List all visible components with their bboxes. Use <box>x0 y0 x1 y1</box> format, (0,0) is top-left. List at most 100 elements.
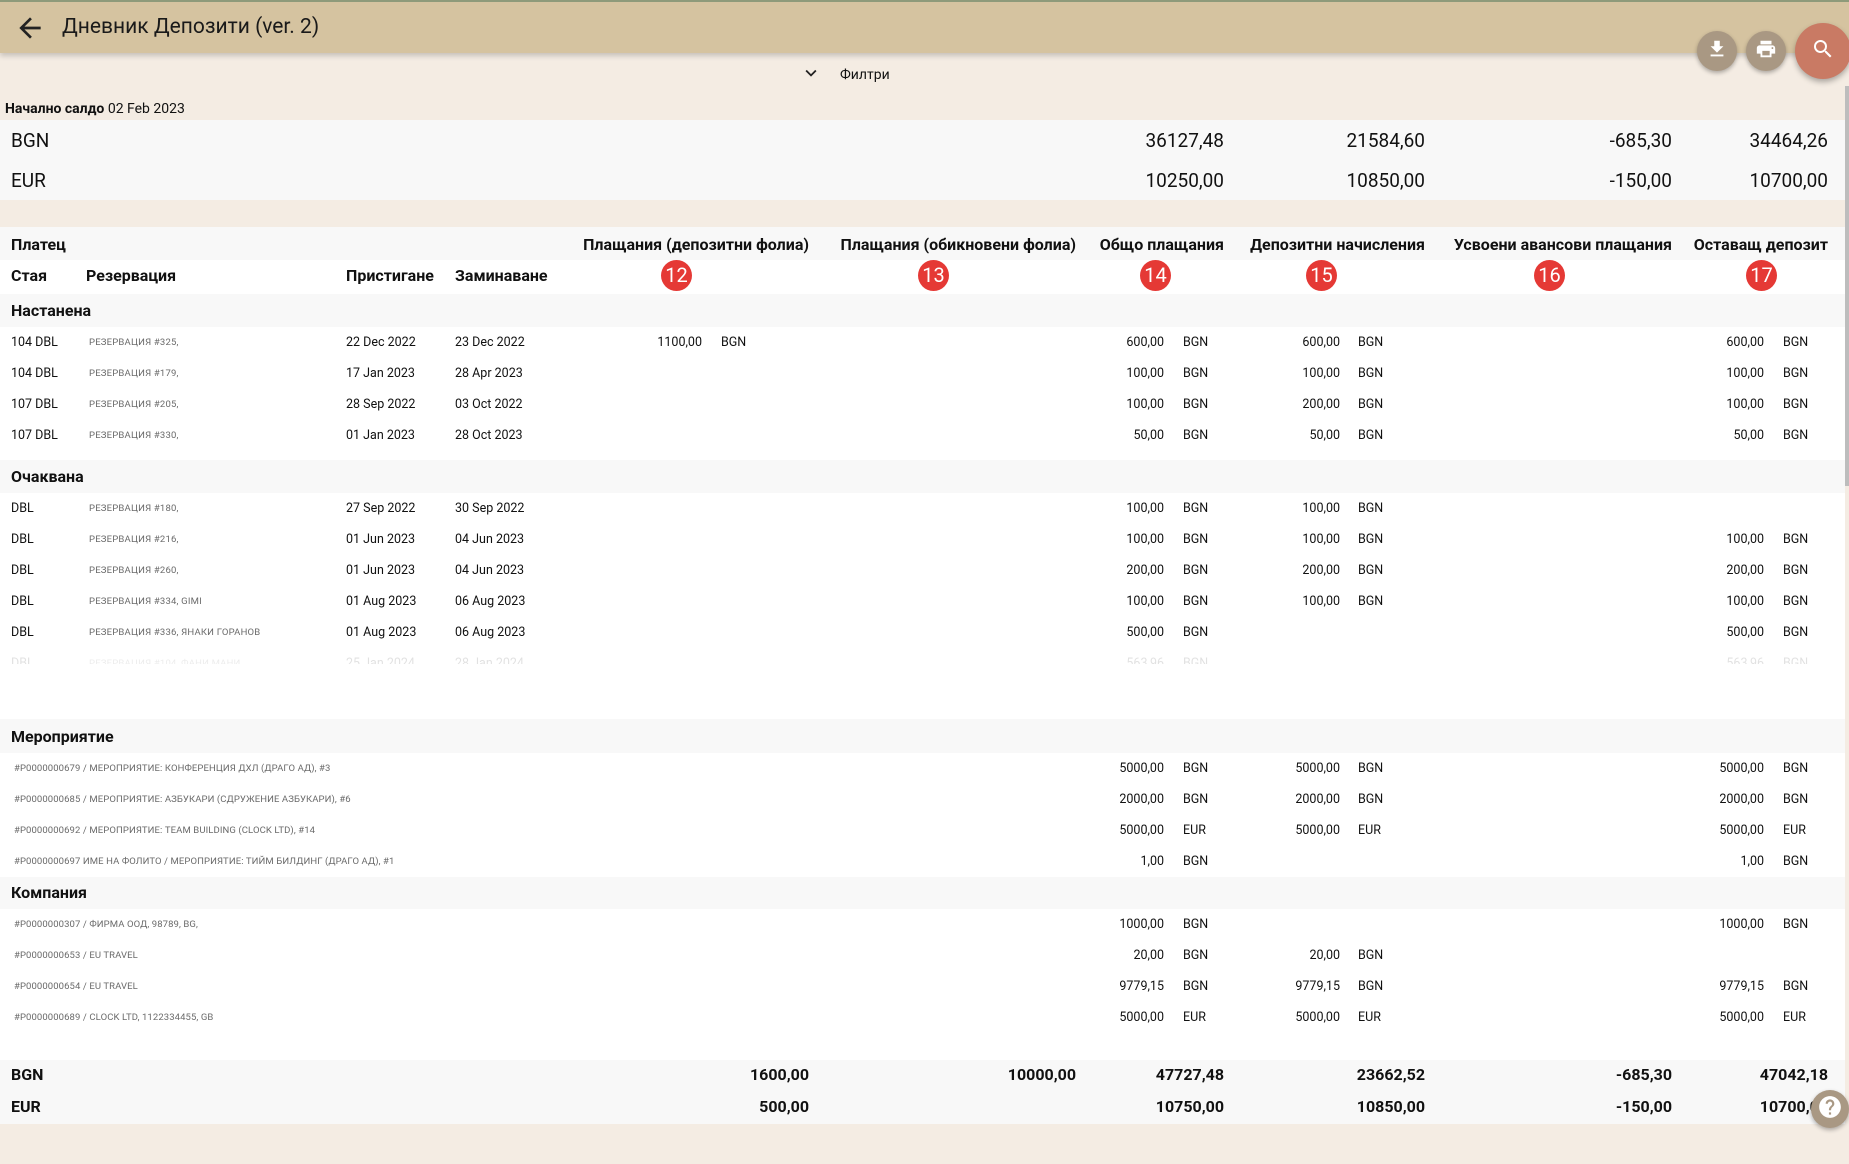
table-row[interactable]: #P0000000653 / EU TRAVEL 20,00 BGN 20,00 BGN <box>0 940 1845 971</box>
departure-cell: 06 Aug 2023 <box>455 625 526 640</box>
currency-col14: BGN <box>1183 397 1209 412</box>
reservation-link[interactable]: РЕЗЕРВАЦИЯ #336, ЯНАКИ ГОРАНОВ <box>89 627 260 638</box>
reservation-link[interactable]: РЕЗЕРВАЦИЯ #334, GIMI <box>89 596 202 607</box>
table-row[interactable]: #P0000000307 / ФИРМА ООД, 98789, BG, 1000… <box>0 909 1845 940</box>
table-row[interactable]: 104 DBL РЕЗЕРВАЦИЯ #179, 17 Jan 2023 28 Apr… <box>0 358 1845 389</box>
folio-link[interactable]: #P0000000697 ИМЕ НА ФОЛИТО / МЕРОПРИЯТИЕ… <box>14 856 394 867</box>
table-row[interactable]: DBL РЕЗЕРВАЦИЯ #334, GIMI 01 Aug 2023 06 Au… <box>0 586 1845 617</box>
reservation-link[interactable]: РЕЗЕРВАЦИЯ #180, <box>89 503 179 514</box>
total-value: -150,00 <box>1615 1097 1672 1116</box>
room-cell: 104 DBL <box>11 335 58 350</box>
download-icon <box>1706 38 1728 64</box>
arrow-left-icon[interactable] <box>14 12 46 44</box>
folio-link[interactable]: #P0000000692 / МЕРОПРИЯТИЕ: TEAM BUILDIN… <box>14 825 315 836</box>
table-row[interactable]: #P0000000654 / EU TRAVEL 9779,15 BGN 9779,1… <box>0 971 1845 1002</box>
table-row[interactable]: DBL РЕЗЕРВАЦИЯ #180, 27 Sep 2022 30 Sep 202… <box>0 493 1845 524</box>
amount-col17: 100,00 <box>1726 532 1764 547</box>
table-row[interactable]: 107 DBL РЕЗЕРВАЦИЯ #330, 01 Jan 2023 28 Oct… <box>0 420 1845 451</box>
table-row[interactable]: 104 DBL РЕЗЕРВАЦИЯ #325, 22 Dec 2022 23 Dec… <box>0 327 1845 358</box>
amount-col14: 5000,00 <box>1119 761 1164 776</box>
help-button[interactable] <box>1811 1090 1849 1128</box>
reservation-link[interactable]: РЕЗЕРВАЦИЯ #179, <box>89 368 179 379</box>
search-button[interactable] <box>1795 23 1849 79</box>
print-button[interactable] <box>1746 31 1786 71</box>
section-event: Мероприятие <box>11 727 114 746</box>
table-row[interactable]: 107 DBL РЕЗЕРВАЦИЯ #205, 28 Sep 2022 03 Oct… <box>0 389 1845 420</box>
currency-col14: BGN <box>1183 594 1209 609</box>
departure-cell: 03 Oct 2022 <box>455 397 523 412</box>
arrival-cell: 01 Aug 2023 <box>346 625 417 640</box>
arrival-cell: 01 Jan 2023 <box>346 428 415 443</box>
opening-value: 10850,00 <box>1346 169 1426 192</box>
currency-col12: BGN <box>721 335 747 350</box>
amount-col15: 2000,00 <box>1295 792 1340 807</box>
reservation-link[interactable]: РЕЗЕРВАЦИЯ #260, <box>89 565 179 576</box>
opening-value: -685,30 <box>1609 129 1672 152</box>
amount-col15: 5000,00 <box>1295 761 1340 776</box>
currency-col14: EUR <box>1183 1010 1206 1025</box>
folio-link[interactable]: #P0000000689 / CLOCK LTD, 1122334455, GB <box>14 1012 213 1023</box>
currency-col15: BGN <box>1358 948 1384 963</box>
folio-link[interactable]: #P0000000685 / МЕРОПРИЯТИЕ: АЗБУКАРИ (СД… <box>14 794 351 805</box>
amount-col15: 100,00 <box>1302 366 1340 381</box>
header-room: Стая <box>11 266 48 285</box>
currency-col17: BGN <box>1783 792 1809 807</box>
currency-col17: BGN <box>1783 761 1809 776</box>
currency-col17: BGN <box>1783 594 1809 609</box>
amount-col17: 5000,00 <box>1719 761 1764 776</box>
currency-col15: BGN <box>1358 335 1384 350</box>
total-value: -685,30 <box>1615 1065 1672 1084</box>
download-button[interactable] <box>1697 31 1737 71</box>
departure-cell: 06 Aug 2023 <box>455 594 526 609</box>
section-header: Настанена <box>0 294 1845 327</box>
departure-cell: 28 Jan 2024 <box>455 656 524 664</box>
table-row[interactable]: #P0000000689 / CLOCK LTD, 1122334455, GB… <box>0 1002 1845 1033</box>
filters-toggle[interactable]: Филтри <box>800 64 890 86</box>
reservation-link[interactable]: РЕЗЕРВАЦИЯ #216, <box>89 534 179 545</box>
currency-col17: BGN <box>1783 625 1809 640</box>
opening-value: 21584,60 <box>1346 129 1426 152</box>
folio-link[interactable]: #P0000000307 / ФИРМА ООД, 98789, BG, <box>14 919 198 930</box>
reservation-link[interactable]: РЕЗЕРВАЦИЯ #330, <box>89 430 179 441</box>
reservation-link[interactable]: РЕЗЕРВАЦИЯ #104, ФАНИ МАНИ <box>89 658 241 664</box>
table-row[interactable]: DBL РЕЗЕРВАЦИЯ #104, ФАНИ МАНИ 25 Jan 2024… <box>0 648 1845 664</box>
table-row[interactable]: #P0000000679 / МЕРОПРИЯТИЕ: КОНФЕРЕНЦИЯ … <box>0 753 1845 784</box>
section-header: Очаквана <box>0 460 1845 493</box>
table-row[interactable]: DBL РЕЗЕРВАЦИЯ #336, ЯНАКИ ГОРАНОВ 01 Aug … <box>0 617 1845 648</box>
currency-col14: BGN <box>1183 656 1209 664</box>
currency-col15: BGN <box>1358 532 1384 547</box>
scrollbar[interactable] <box>1845 86 1849 486</box>
currency-col15: BGN <box>1358 979 1384 994</box>
arrival-cell: 22 Dec 2022 <box>346 335 416 350</box>
table-row[interactable]: DBL РЕЗЕРВАЦИЯ #260, 01 Jun 2023 04 Jun 202… <box>0 555 1845 586</box>
folio-link[interactable]: #P0000000653 / EU TRAVEL <box>14 950 138 961</box>
folio-link[interactable]: #P0000000654 / EU TRAVEL <box>14 981 138 992</box>
section-company: Компания <box>11 883 87 902</box>
top-app-bar: Дневник Депозити (ver. 2) <box>0 0 1849 53</box>
total-currency: EUR <box>11 1097 41 1116</box>
amount-col15: 20,00 <box>1309 948 1340 963</box>
table-row[interactable]: #P0000000697 ИМЕ НА ФОЛИТО / МЕРОПРИЯТИЕ… <box>0 846 1845 877</box>
arrival-cell: 25 Jan 2024 <box>346 656 415 664</box>
total-value: 1600,00 <box>749 1065 809 1084</box>
amount-col14: 100,00 <box>1126 397 1164 412</box>
reservation-link[interactable]: РЕЗЕРВАЦИЯ #325, <box>89 337 179 348</box>
section-expected: Очаквана <box>11 467 84 486</box>
departure-cell: 28 Apr 2023 <box>455 366 523 381</box>
column-badge-15: 15 <box>1306 260 1337 291</box>
currency-col15: EUR <box>1358 1010 1381 1025</box>
folio-link[interactable]: #P0000000679 / МЕРОПРИЯТИЕ: КОНФЕРЕНЦИЯ … <box>14 763 330 774</box>
section-header: Мероприятие <box>0 719 1845 753</box>
table-row[interactable]: #P0000000685 / МЕРОПРИЯТИЕ: АЗБУКАРИ (СД… <box>0 784 1845 815</box>
section-checked-in: Настанена <box>11 301 92 320</box>
table-row[interactable]: #P0000000692 / МЕРОПРИЯТИЕ: TEAM BUILDIN… <box>0 815 1845 846</box>
table-row[interactable]: DBL РЕЗЕРВАЦИЯ #216, 01 Jun 2023 04 Jun 202… <box>0 524 1845 555</box>
currency-col17: BGN <box>1783 656 1809 664</box>
departure-cell: 28 Oct 2023 <box>455 428 523 443</box>
currency-col15: BGN <box>1358 501 1384 516</box>
reservation-link[interactable]: РЕЗЕРВАЦИЯ #205, <box>89 399 179 410</box>
arrival-cell: 01 Jun 2023 <box>346 563 416 578</box>
currency-col14: BGN <box>1183 979 1209 994</box>
currency-col17: EUR <box>1783 823 1806 838</box>
amount-col14: 100,00 <box>1126 366 1164 381</box>
